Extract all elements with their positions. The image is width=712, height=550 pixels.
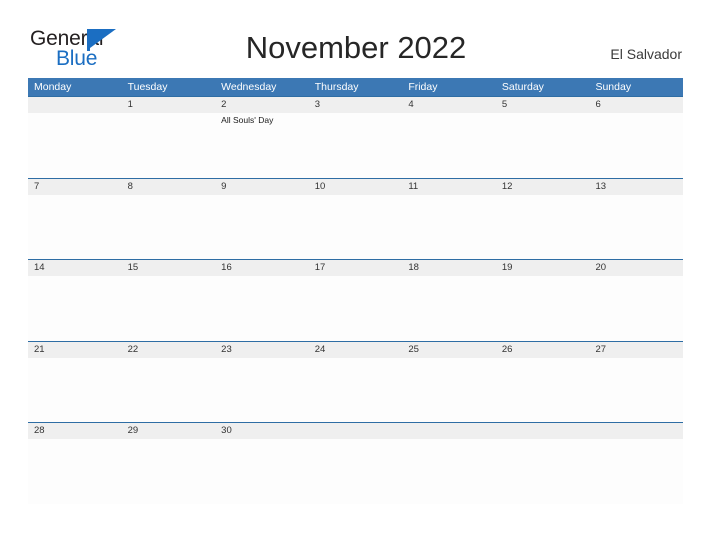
day-number[interactable]: 12 (496, 179, 590, 195)
day-cell[interactable] (28, 276, 122, 340)
day-number[interactable]: 21 (28, 342, 122, 358)
day-number[interactable]: 4 (402, 97, 496, 113)
weekday-header-tuesday: Tuesday (127, 81, 168, 93)
day-number[interactable]: 22 (122, 342, 216, 358)
day-cell[interactable] (402, 439, 496, 503)
day-cell[interactable] (589, 276, 683, 340)
day-cell[interactable] (28, 439, 122, 503)
calendar-table: Monday Tuesday Wednesday Thursday Friday… (28, 78, 683, 504)
day-cell[interactable] (402, 276, 496, 340)
weekday-header-friday: Friday (408, 81, 438, 93)
day-number[interactable]: 23 (215, 342, 309, 358)
day-event-band (28, 439, 683, 503)
day-cell[interactable] (402, 113, 496, 177)
day-number[interactable]: 18 (402, 260, 496, 276)
day-cell[interactable]: All Souls' Day (215, 113, 309, 177)
day-number-band: 7 8 9 10 11 12 13 (28, 178, 683, 195)
day-cell[interactable] (215, 358, 309, 422)
day-cell[interactable] (122, 358, 216, 422)
weekday-header-thursday: Thursday (314, 81, 359, 93)
day-cell[interactable] (589, 195, 683, 259)
day-number[interactable]: 29 (122, 423, 216, 439)
day-cell[interactable] (215, 439, 309, 503)
day-number-band: 28 29 30 (28, 423, 683, 439)
day-number[interactable]: 1 (122, 97, 216, 113)
page-header: General Blue November 2022 El Salvador (0, 0, 712, 78)
day-cell[interactable] (215, 276, 309, 340)
day-number[interactable] (496, 423, 590, 439)
day-event-band (28, 358, 683, 422)
day-number[interactable] (28, 97, 122, 113)
day-event-text: All Souls' Day (221, 115, 274, 125)
day-cell[interactable] (496, 439, 590, 503)
day-cell[interactable] (496, 358, 590, 422)
day-number[interactable]: 2 (215, 97, 309, 113)
day-cell[interactable] (215, 195, 309, 259)
calendar-week-row: 1 2 3 4 5 6 All Souls' Day (28, 96, 683, 178)
day-cell[interactable] (402, 358, 496, 422)
day-cell[interactable] (309, 439, 403, 503)
calendar-week-row: 14 15 16 17 18 19 20 (28, 259, 683, 341)
day-cell[interactable] (28, 358, 122, 422)
day-cell[interactable] (309, 113, 403, 177)
day-number[interactable]: 3 (309, 97, 403, 113)
day-number-band: 1 2 3 4 5 6 (28, 97, 683, 113)
day-cell[interactable] (496, 113, 590, 177)
day-number[interactable]: 27 (589, 342, 683, 358)
day-number[interactable]: 20 (589, 260, 683, 276)
day-number[interactable]: 9 (215, 179, 309, 195)
day-number[interactable]: 16 (215, 260, 309, 276)
day-cell[interactable] (589, 113, 683, 177)
weekday-header-sunday: Sunday (595, 81, 632, 93)
day-number[interactable]: 25 (402, 342, 496, 358)
day-cell[interactable] (28, 113, 122, 177)
day-number[interactable]: 10 (309, 179, 403, 195)
day-number[interactable] (589, 423, 683, 439)
day-cell[interactable] (309, 358, 403, 422)
weekday-header-saturday: Saturday (501, 81, 544, 93)
calendar-week-row: 28 29 30 (28, 422, 683, 504)
weekday-header-wednesday: Wednesday (221, 81, 277, 93)
day-cell[interactable] (309, 195, 403, 259)
day-cell[interactable] (309, 276, 403, 340)
day-cell[interactable] (589, 439, 683, 503)
day-number[interactable]: 5 (496, 97, 590, 113)
day-number[interactable]: 14 (28, 260, 122, 276)
day-number[interactable]: 15 (122, 260, 216, 276)
day-number[interactable]: 13 (589, 179, 683, 195)
day-cell[interactable] (496, 276, 590, 340)
day-number[interactable]: 30 (215, 423, 309, 439)
day-number[interactable]: 26 (496, 342, 590, 358)
day-event-band (28, 276, 683, 340)
weekday-header-row: Monday Tuesday Wednesday Thursday Friday… (28, 78, 683, 96)
day-cell[interactable] (496, 195, 590, 259)
day-event-band: All Souls' Day (28, 113, 683, 177)
day-cell[interactable] (122, 439, 216, 503)
day-cell[interactable] (122, 276, 216, 340)
day-cell[interactable] (589, 358, 683, 422)
day-number-band: 21 22 23 24 25 26 27 (28, 341, 683, 358)
day-number[interactable]: 7 (28, 179, 122, 195)
page-title: November 2022 (245, 30, 467, 65)
day-number[interactable]: 11 (402, 179, 496, 195)
region-label: El Salvador (610, 46, 682, 62)
day-cell[interactable] (28, 195, 122, 259)
day-cell[interactable] (402, 195, 496, 259)
day-number[interactable]: 17 (309, 260, 403, 276)
day-number[interactable]: 24 (309, 342, 403, 358)
day-number[interactable] (309, 423, 403, 439)
day-number-band: 14 15 16 17 18 19 20 (28, 260, 683, 276)
calendar-week-row: 21 22 23 24 25 26 27 (28, 340, 683, 422)
day-cell[interactable] (122, 113, 216, 177)
day-number[interactable] (402, 423, 496, 439)
day-number[interactable]: 6 (589, 97, 683, 113)
day-cell[interactable] (122, 195, 216, 259)
calendar-week-row: 7 8 9 10 11 12 13 (28, 177, 683, 259)
day-number[interactable]: 19 (496, 260, 590, 276)
day-number[interactable]: 28 (28, 423, 122, 439)
weekday-header-monday: Monday (34, 81, 72, 93)
day-number[interactable]: 8 (122, 179, 216, 195)
day-event-band (28, 195, 683, 259)
